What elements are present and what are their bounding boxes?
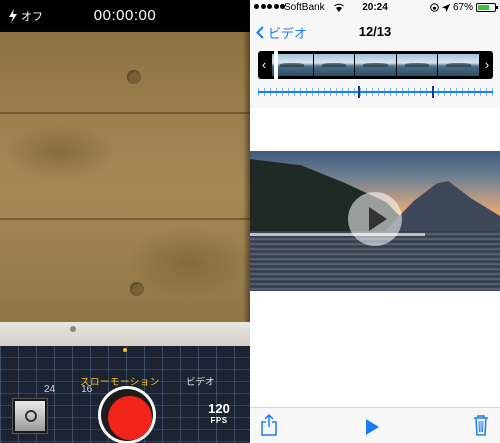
record-ring xyxy=(101,389,153,441)
battery-percent: 67% xyxy=(452,2,473,13)
trim-area: ‹ › xyxy=(250,46,500,108)
video-frame xyxy=(272,54,313,76)
play-icon[interactable] xyxy=(366,419,379,435)
viewfinder[interactable] xyxy=(0,32,250,326)
frame-strip xyxy=(272,54,479,76)
video-frame xyxy=(396,54,438,76)
video-frame xyxy=(313,54,355,76)
video-preview[interactable] xyxy=(250,151,500,291)
fps-indicator[interactable]: 120 FPS xyxy=(206,401,232,426)
laptop-camera xyxy=(70,326,76,332)
item-counter: 12/13 xyxy=(358,24,392,39)
play-overlay-icon[interactable] xyxy=(348,192,402,246)
bottom-toolbar xyxy=(250,407,500,443)
battery-level xyxy=(478,5,489,10)
fps-value: 120 xyxy=(208,401,230,416)
camera-app: オフ 00:00:00 24 16 スローモーション ビデオ 120 FPS xyxy=(0,0,250,443)
trim-handle-right[interactable]: › xyxy=(481,51,493,79)
playhead[interactable] xyxy=(274,51,278,79)
status-right: 67% xyxy=(430,2,498,13)
navigation-bar: ビデオ 12/13 xyxy=(250,16,500,46)
wall-hole xyxy=(130,282,144,296)
fps-unit: FPS xyxy=(210,416,228,425)
thumbnail-image xyxy=(15,401,45,431)
battery-icon xyxy=(476,3,498,12)
viewfinder-edge xyxy=(243,32,250,326)
trim-scrubber[interactable]: ‹ › xyxy=(258,51,493,79)
trash-icon[interactable] xyxy=(473,414,489,436)
location-arrow-icon xyxy=(441,3,450,12)
wall-hole xyxy=(127,70,141,84)
last-photo-thumbnail[interactable] xyxy=(12,398,48,434)
camera-controls: スローモーション ビデオ 120 FPS xyxy=(0,346,250,443)
record-button[interactable] xyxy=(98,386,156,443)
slow-motion-speed-bar[interactable] xyxy=(258,86,493,98)
share-icon[interactable] xyxy=(260,414,278,436)
photos-app: SoftBank 20:24 67% ビデオ 12/13 ‹ › xyxy=(250,0,500,443)
record-icon xyxy=(108,396,152,440)
rotation-lock-icon xyxy=(430,3,439,12)
mode-video[interactable]: ビデオ xyxy=(186,374,215,388)
video-frame xyxy=(355,54,396,76)
recording-timer: 00:00:00 xyxy=(93,7,157,24)
mode-indicator-dot xyxy=(123,348,127,352)
slow-start-handle[interactable] xyxy=(358,86,360,98)
status-bar: SoftBank 20:24 67% xyxy=(250,0,500,16)
pier xyxy=(250,233,425,236)
trim-handle-left[interactable]: ‹ xyxy=(258,51,270,79)
video-frame xyxy=(438,54,479,76)
wall-seam xyxy=(0,218,250,220)
mountain-right xyxy=(385,181,500,231)
speed-line xyxy=(258,91,493,93)
slow-end-handle[interactable] xyxy=(432,86,434,98)
camera-top-bar: オフ 00:00:00 xyxy=(0,0,250,32)
wall-seam xyxy=(0,112,250,114)
